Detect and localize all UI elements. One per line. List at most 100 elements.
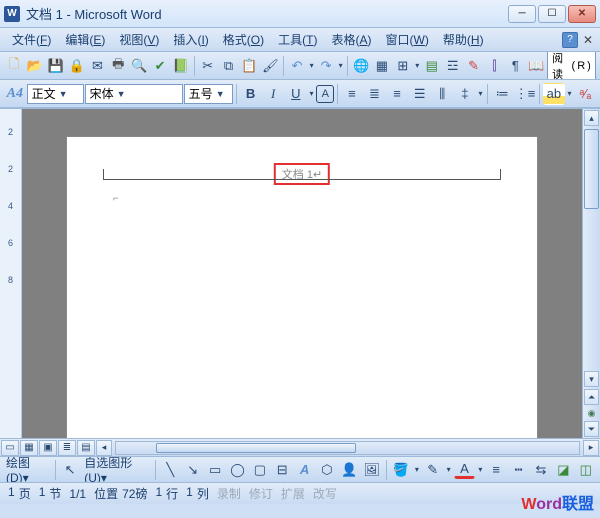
open-button[interactable]: 📂 [25,55,45,77]
bold-button[interactable]: B [240,83,262,105]
tables-borders-button[interactable]: ▦ [372,55,392,77]
undo-dropdown[interactable]: ▾ [308,61,315,70]
styles-pane-button[interactable]: A4 [4,83,26,105]
fontsize-combo[interactable]: 五号▼ [184,84,233,104]
close-document-button[interactable]: ✕ [580,32,596,48]
numbering-button[interactable]: ≔ [491,83,513,105]
autoshapes-menu[interactable]: 自选图形(U)▾ [82,456,151,482]
copy-button[interactable]: ⧉ [219,55,239,77]
clipart-tool[interactable]: 👤 [339,459,359,481]
menu-view[interactable]: 视图(V) [113,28,165,51]
shadow-button[interactable]: ◪ [553,459,573,481]
textbox-tool[interactable]: ▢ [250,459,270,481]
scroll-track[interactable] [583,127,600,370]
fill-dropdown[interactable]: ▾ [413,465,420,474]
line-color-button[interactable]: ✎ [423,459,443,481]
normal-view-button[interactable]: ▭ [1,440,19,456]
align-right-button[interactable]: ≡ [386,83,408,105]
oval-tool[interactable]: ◯ [227,459,247,481]
line-spacing-dropdown[interactable]: ▾ [477,89,485,98]
insert-table-button[interactable]: ⊞ [393,55,413,77]
scroll-up-button[interactable]: ▴ [584,110,599,126]
next-page-button[interactable]: ⏷ [584,421,599,437]
reading-layout-button[interactable]: 阅读(R) [547,52,596,80]
cut-button[interactable]: ✂ [198,55,218,77]
highlight-dropdown[interactable]: ▾ [566,89,574,98]
close-button[interactable]: ✕ [568,5,596,23]
show-marks-button[interactable]: ¶ [505,55,525,77]
research-button[interactable]: 📗 [171,55,191,77]
menu-format[interactable]: 格式(O) [217,28,270,51]
email-button[interactable]: ✉ [88,55,108,77]
line-style-button[interactable]: ≡ [486,459,506,481]
hscroll-thumb[interactable] [156,443,356,453]
scroll-right-button[interactable]: ▸ [583,440,599,456]
permissions-button[interactable]: 🔒 [67,55,87,77]
spellcheck-button[interactable]: ✔ [150,55,170,77]
hyperlink-button[interactable]: 🌐 [351,55,371,77]
maximize-button[interactable]: ☐ [538,5,566,23]
horizontal-scrollbar[interactable] [115,441,580,455]
dash-style-button[interactable]: ┅ [508,459,528,481]
linecolor-dropdown[interactable]: ▾ [445,465,452,474]
line-spacing-button[interactable]: ‡ [454,83,476,105]
italic-button[interactable]: I [262,83,284,105]
scroll-left-button[interactable]: ◂ [96,440,112,456]
reading-view-button[interactable]: ▤ [77,440,95,456]
print-preview-button[interactable]: 🔍 [129,55,149,77]
redo-dropdown[interactable]: ▾ [337,61,344,70]
header-text[interactable]: 文档 1↵ [274,163,330,185]
3d-button[interactable]: ◫ [576,459,596,481]
menu-file[interactable]: 文件(F) [6,28,57,51]
draw-menu[interactable]: 绘图(D)▾ [4,456,51,482]
excel-button[interactable]: ▤ [422,55,442,77]
rectangle-tool[interactable]: ▭ [205,459,225,481]
vertical-scrollbar[interactable]: ▴ ▾ ⏶ ◉ ⏷ [582,109,600,438]
paste-button[interactable]: 📋 [240,55,260,77]
book-icon[interactable]: 📖 [526,55,546,77]
help-question-icon[interactable]: ? [562,32,578,48]
prev-page-button[interactable]: ⏶ [584,389,599,405]
align-justify-button[interactable]: ☰ [409,83,431,105]
vertical-ruler[interactable]: 22468 [0,109,22,438]
save-button[interactable]: 💾 [46,55,66,77]
page[interactable]: 文档 1↵ ⌐ [67,137,537,438]
bullets-button[interactable]: ⋮≡ [514,83,536,105]
align-left-button[interactable]: ≡ [341,83,363,105]
print-button[interactable]: 🖶 [108,55,128,77]
outline-view-button[interactable]: ≣ [58,440,76,456]
format-painter-button[interactable]: 🖌 [260,55,280,77]
print-view-button[interactable]: ▣ [39,440,57,456]
align-center-button[interactable]: ≣ [364,83,386,105]
select-objects-button[interactable]: ↖ [60,459,80,481]
vertical-textbox-tool[interactable]: ⊟ [272,459,292,481]
menu-edit[interactable]: 编辑(E) [59,28,111,51]
minimize-button[interactable]: ─ [508,5,536,23]
redo-button[interactable]: ↷ [316,55,336,77]
browse-object-button[interactable]: ◉ [584,407,599,419]
arrow-tool[interactable]: ↘ [183,459,203,481]
arrow-style-button[interactable]: ⇆ [531,459,551,481]
underline-button[interactable]: U [285,83,307,105]
diagram-tool[interactable]: ⬡ [317,459,337,481]
char-border-button[interactable]: A [316,85,334,103]
distribute-button[interactable]: ⫼ [431,83,453,105]
menu-insert[interactable]: 插入(I) [167,28,214,51]
asian-layout-button[interactable]: ᵃ⁄ₐ [574,83,596,105]
menu-window[interactable]: 窗口(W) [380,28,435,51]
menu-help[interactable]: 帮助(H) [437,28,490,51]
picture-tool[interactable]: 🖼 [362,459,382,481]
wordart-tool[interactable]: A [294,459,314,481]
columns-button[interactable]: ☲ [443,55,463,77]
menu-tools[interactable]: 工具(T) [272,28,323,51]
drawing-toggle-button[interactable]: ✎ [464,55,484,77]
undo-button[interactable]: ↶ [287,55,307,77]
document-area[interactable]: 文档 1↵ ⌐ [22,109,582,438]
web-view-button[interactable]: ▦ [20,440,38,456]
font-color-button[interactable]: A [454,460,474,479]
scroll-thumb[interactable] [584,129,599,209]
scroll-down-button[interactable]: ▾ [584,371,599,387]
line-tool[interactable]: ╲ [160,459,180,481]
highlight-button[interactable]: ab [543,83,565,105]
fill-color-button[interactable]: 🪣 [391,459,411,481]
